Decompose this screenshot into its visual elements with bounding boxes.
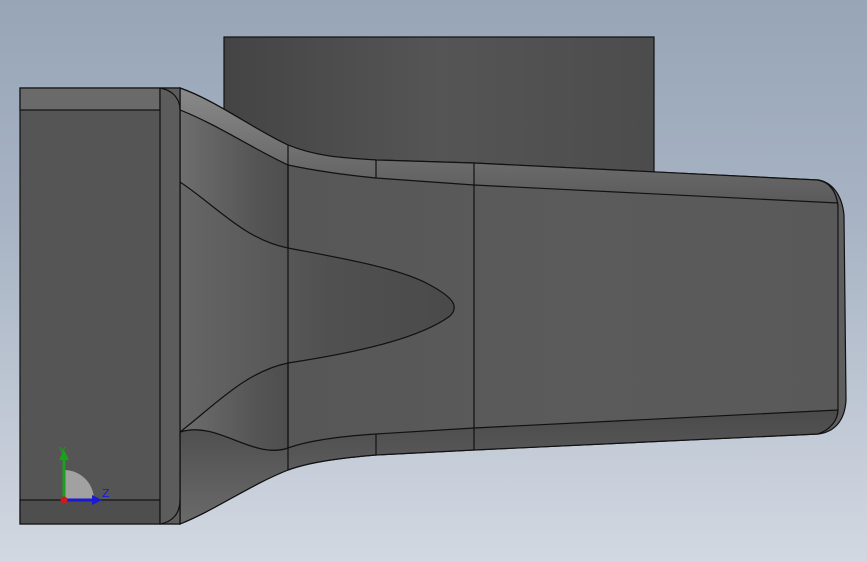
x-axis-dot xyxy=(60,496,68,504)
triad-quarter-disk xyxy=(64,470,94,500)
y-axis-label: Y xyxy=(58,445,66,458)
graphics-viewport[interactable]: Y Z xyxy=(0,0,867,562)
z-axis-label: Z xyxy=(102,487,110,500)
z-axis-arrow xyxy=(92,495,102,505)
flange-top-band xyxy=(19,87,161,111)
3d-model-view[interactable] xyxy=(0,0,867,562)
orientation-triad: Y Z xyxy=(58,445,110,505)
flange-side-face xyxy=(159,87,181,525)
